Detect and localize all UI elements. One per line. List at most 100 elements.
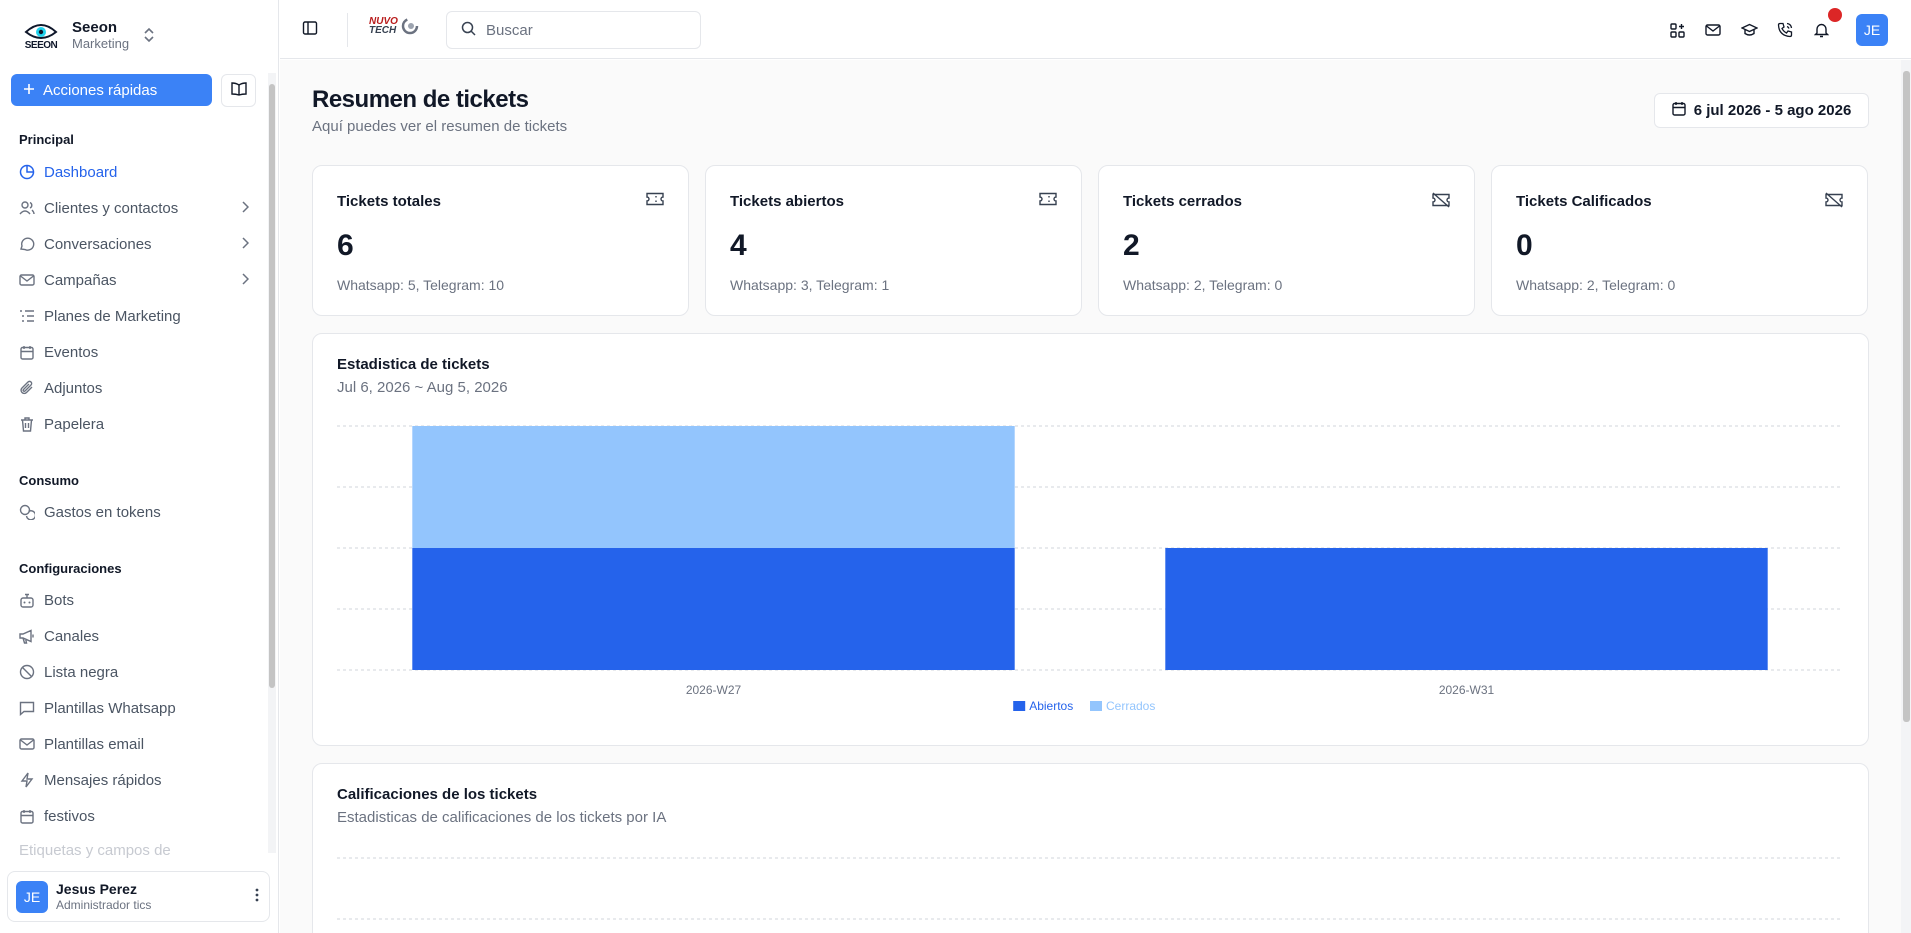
sidebar-item-lista-negra[interactable]: Lista negra [19, 659, 249, 685]
page-title: Resumen de tickets [312, 86, 529, 113]
ticket-off-icon [1825, 192, 1843, 211]
ticket-stats-panel: Estadistica de tickets Jul 6, 2026 ~ Aug… [312, 333, 1869, 746]
chevron-right-icon [241, 236, 250, 253]
calendar-icon [19, 344, 35, 360]
sidebar-item-bots[interactable]: Bots [19, 587, 249, 613]
message-square-icon [19, 700, 35, 716]
chart-bar-abiertos-2026-w31 [1165, 548, 1768, 670]
avatar[interactable]: JE [1856, 14, 1888, 46]
users-icon [19, 200, 35, 216]
sidebar-item-eventos[interactable]: Eventos [19, 339, 249, 365]
bot-icon [19, 592, 35, 608]
sidebar-item-clientes[interactable]: Clientes y contactos [19, 195, 250, 221]
sidebar-item-campanas[interactable]: Campañas [19, 267, 250, 293]
ticket-off-icon [1432, 192, 1450, 211]
sidebar-toggle-icon[interactable] [302, 20, 318, 39]
chevron-right-icon [241, 272, 250, 289]
ratings-panel: Calificaciones de los tickets Estadistic… [312, 763, 1869, 933]
user-role: Administrador tics [56, 897, 152, 912]
workspace-switcher[interactable]: SEEON Seeon Marketing [18, 14, 258, 58]
sidebar-item-etiquetas-partial[interactable]: Etiquetas y campos de [19, 842, 171, 859]
date-range-label: 6 jul 2026 - 5 ago 2026 [1693, 102, 1852, 119]
sidebar-item-festivos[interactable]: festivos [19, 803, 249, 829]
ticket-icon [1039, 192, 1057, 209]
main-content: Resumen de tickets Aquí puedes ver el re… [280, 60, 1911, 933]
eye-icon [24, 23, 58, 39]
calendar-icon [19, 808, 35, 824]
mail-icon [19, 736, 35, 752]
legend-swatch-abiertos [1013, 701, 1026, 711]
plus-icon [23, 82, 35, 99]
user-name: Jesus Perez [56, 880, 137, 897]
sidebar-item-plantillas-whatsapp[interactable]: Plantillas Whatsapp [19, 695, 249, 721]
page-subtitle: Aquí puedes ver el resumen de tickets [312, 118, 568, 135]
ban-icon [19, 664, 35, 680]
search-input[interactable] [486, 21, 676, 39]
pie-chart-icon [19, 164, 35, 180]
megaphone-icon [19, 628, 35, 644]
chart-x-tick-label: 2026-W27 [686, 683, 742, 697]
sidebar-item-gastos-tokens[interactable]: Gastos en tokens [19, 499, 249, 525]
sidebar-item-plantillas-email[interactable]: Plantillas email [19, 731, 249, 757]
more-vertical-icon[interactable] [255, 888, 259, 905]
chart-x-tick-label: 2026-W31 [1439, 683, 1495, 697]
ticket-icon [646, 192, 664, 209]
section-configuraciones: Configuraciones [19, 561, 122, 576]
message-circle-icon [19, 236, 35, 252]
coins-icon [19, 504, 35, 520]
trash-icon [19, 416, 35, 432]
topbar-divider [347, 13, 348, 47]
sidebar-item-conversaciones[interactable]: Conversaciones [19, 231, 250, 257]
stat-card-calificados: Tickets Calificados 0 Whatsapp: 2, Teleg… [1491, 165, 1868, 316]
sidebar-item-mensajes-rapidos[interactable]: Mensajes rápidos [19, 767, 249, 793]
seeon-logo: SEEON [18, 16, 64, 56]
main-scrollbar-thumb[interactable] [1903, 71, 1910, 722]
quick-actions-label: Acciones rápidas [43, 81, 158, 99]
chevrons-up-down-icon [143, 27, 155, 46]
docs-button[interactable] [221, 74, 256, 107]
calendar-icon [1672, 101, 1686, 120]
legend-swatch-cerrados [1090, 701, 1102, 711]
swirl-icon [401, 17, 419, 35]
chart-bar-cerrados-2026-w27 [412, 426, 1015, 548]
date-range-picker[interactable]: 6 jul 2026 - 5 ago 2026 [1654, 93, 1869, 128]
sidebar-item-papelera[interactable]: Papelera [19, 411, 249, 437]
nuvotech-logo: NUVO TECH [369, 17, 419, 36]
quick-actions-button[interactable]: Acciones rápidas [11, 74, 212, 106]
chevron-right-icon [241, 200, 250, 217]
legend-label-cerrados: Cerrados [1106, 699, 1155, 713]
section-principal: Principal [19, 132, 74, 147]
mail-icon[interactable] [1704, 21, 1722, 39]
phone-icon[interactable] [1776, 21, 1794, 39]
sidebar-item-canales[interactable]: Canales [19, 623, 249, 649]
sidebar-item-planes[interactable]: Planes de Marketing [19, 303, 249, 329]
topbar: NUVOTECH JE [280, 0, 1911, 59]
apps-icon[interactable] [1668, 21, 1686, 39]
search-icon [461, 21, 476, 39]
sidebar-scrollbar-thumb[interactable] [269, 84, 275, 688]
graduation-cap-icon[interactable] [1740, 21, 1758, 39]
sidebar-item-adjuntos[interactable]: Adjuntos [19, 375, 249, 401]
avatar: JE [16, 880, 48, 913]
workspace-sub: Marketing [72, 36, 130, 51]
user-menu[interactable]: JE Jesus Perez Administrador tics [7, 871, 270, 922]
search-box[interactable] [446, 11, 701, 49]
sidebar-item-dashboard[interactable]: Dashboard [19, 159, 249, 185]
stat-card-total: Tickets totales 6 Whatsapp: 5, Telegram:… [312, 165, 689, 316]
workspace-name: Seeon [72, 19, 118, 36]
section-consumo: Consumo [19, 473, 79, 488]
stat-card-cerrados: Tickets cerrados 2 Whatsapp: 2, Telegram… [1098, 165, 1475, 316]
notification-badge [1828, 8, 1842, 22]
sidebar: SEEON Seeon Marketing Acciones rápidas P… [0, 0, 279, 933]
ticket-bar-chart: 2026-W27 2026-W31 Abiertos Cerrados [337, 425, 1843, 713]
list-icon [19, 308, 35, 324]
stat-card-abiertos: Tickets abiertos 4 Whatsapp: 3, Telegram… [705, 165, 1082, 316]
bell-icon[interactable] [1812, 21, 1830, 39]
paperclip-icon [19, 380, 35, 396]
zap-icon [19, 772, 35, 788]
chart-bar-abiertos-2026-w27 [412, 548, 1015, 670]
ratings-chart-grid [337, 857, 1843, 920]
legend-label-abiertos: Abiertos [1029, 699, 1073, 713]
mail-icon [19, 272, 35, 288]
book-open-icon [230, 82, 247, 99]
